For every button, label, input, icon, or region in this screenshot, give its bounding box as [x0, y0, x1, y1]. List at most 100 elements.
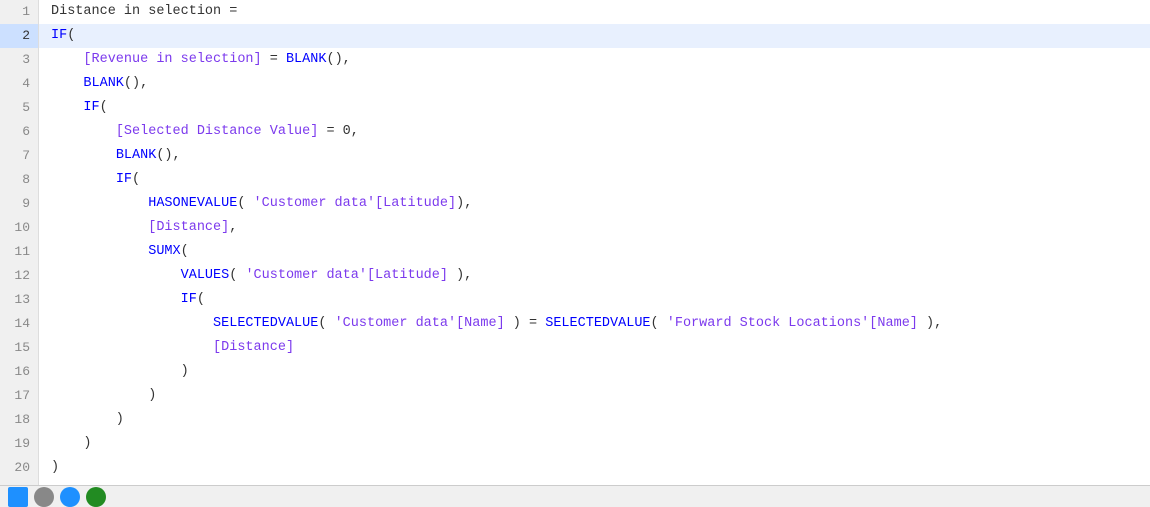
taskbar-icon-1[interactable] — [8, 487, 28, 507]
token: [Distance] — [213, 336, 294, 360]
code-line-18: ) — [39, 408, 1150, 432]
token: ) = — [505, 312, 546, 336]
code-line-17: ) — [39, 384, 1150, 408]
token: = 0, — [318, 120, 359, 144]
token: ( — [651, 312, 667, 336]
code-line-8: IF( — [39, 168, 1150, 192]
token — [51, 192, 148, 216]
code-line-13: IF( — [39, 288, 1150, 312]
token — [51, 312, 213, 336]
line-num-19: 19 — [0, 432, 38, 456]
token: ), — [918, 312, 942, 336]
line-num-16: 16 — [0, 360, 38, 384]
line-num-14: 14 — [0, 312, 38, 336]
token: , — [229, 216, 237, 240]
code-line-1: Distance in selection = — [39, 0, 1150, 24]
code-line-9: HASONEVALUE( 'Customer data'[Latitude]), — [39, 192, 1150, 216]
code-line-16: ) — [39, 360, 1150, 384]
token: 'Customer data'[Name] — [335, 312, 505, 336]
token: ( — [229, 264, 245, 288]
token: 'Forward Stock Locations'[Name] — [667, 312, 918, 336]
token: (), — [124, 72, 148, 96]
code-line-12: VALUES( 'Customer data'[Latitude] ), — [39, 264, 1150, 288]
token: [Distance] — [148, 216, 229, 240]
token: ), — [456, 192, 472, 216]
code-line-14: SELECTEDVALUE( 'Customer data'[Name] ) =… — [39, 312, 1150, 336]
token — [51, 168, 116, 192]
code-content[interactable]: Distance in selection =IF( [Revenue in s… — [39, 0, 1150, 485]
line-num-9: 9 — [0, 192, 38, 216]
token: ) — [51, 432, 92, 456]
token: ) — [51, 408, 124, 432]
code-line-3: [Revenue in selection] = BLANK(), — [39, 48, 1150, 72]
code-line-2: IF( — [39, 24, 1150, 48]
token: BLANK — [286, 48, 327, 72]
code-line-10: [Distance], — [39, 216, 1150, 240]
line-num-6: 6 — [0, 120, 38, 144]
code-line-19: ) — [39, 432, 1150, 456]
code-line-4: BLANK(), — [39, 72, 1150, 96]
line-num-3: 3 — [0, 48, 38, 72]
line-num-15: 15 — [0, 336, 38, 360]
token — [51, 264, 181, 288]
line-num-2: 2 — [0, 24, 38, 48]
token: ) — [51, 384, 156, 408]
taskbar-icon-2[interactable] — [34, 487, 54, 507]
line-num-4: 4 — [0, 72, 38, 96]
code-line-20: ) — [39, 456, 1150, 480]
token — [51, 48, 83, 72]
token: IF — [83, 96, 99, 120]
token: [Selected Distance Value] — [116, 120, 319, 144]
token: VALUES — [181, 264, 230, 288]
token: (), — [326, 48, 350, 72]
token — [51, 240, 148, 264]
taskbar-icon-4[interactable] — [86, 487, 106, 507]
line-num-5: 5 — [0, 96, 38, 120]
token: ( — [181, 240, 189, 264]
token: ( — [237, 192, 253, 216]
code-line-15: [Distance] — [39, 336, 1150, 360]
line-num-7: 7 — [0, 144, 38, 168]
token: SELECTEDVALUE — [545, 312, 650, 336]
token: ) — [51, 456, 59, 480]
token — [51, 288, 181, 312]
token: SUMX — [148, 240, 180, 264]
token: 'Customer data'[Latitude] — [245, 264, 448, 288]
token: IF — [181, 288, 197, 312]
token — [51, 120, 116, 144]
token — [51, 144, 116, 168]
token: 'Customer data'[Latitude] — [254, 192, 457, 216]
line-num-20: 20 — [0, 456, 38, 480]
token: ), — [448, 264, 472, 288]
taskbar-icon-3[interactable] — [60, 487, 80, 507]
token: ( — [132, 168, 140, 192]
line-num-1: 1 — [0, 0, 38, 24]
token: (), — [156, 144, 180, 168]
token: ( — [100, 96, 108, 120]
token: ) — [51, 360, 189, 384]
line-num-18: 18 — [0, 408, 38, 432]
line-num-10: 10 — [0, 216, 38, 240]
code-line-5: IF( — [39, 96, 1150, 120]
token: BLANK — [83, 72, 124, 96]
bottom-bar — [0, 485, 1150, 507]
token — [51, 72, 83, 96]
code-line-6: [Selected Distance Value] = 0, — [39, 120, 1150, 144]
code-line-11: SUMX( — [39, 240, 1150, 264]
token: IF — [51, 24, 67, 48]
line-num-12: 12 — [0, 264, 38, 288]
line-num-17: 17 — [0, 384, 38, 408]
token — [51, 96, 83, 120]
line-num-11: 11 — [0, 240, 38, 264]
code-line-7: BLANK(), — [39, 144, 1150, 168]
token: ( — [318, 312, 334, 336]
token: ( — [67, 24, 75, 48]
token: SELECTEDVALUE — [213, 312, 318, 336]
token — [51, 216, 148, 240]
token: Distance in selection = — [51, 0, 237, 24]
token: [Revenue in selection] — [83, 48, 261, 72]
token: IF — [116, 168, 132, 192]
editor-container: 1234567891011121314151617181920 Distance… — [0, 0, 1150, 507]
token: ( — [197, 288, 205, 312]
token — [51, 336, 213, 360]
